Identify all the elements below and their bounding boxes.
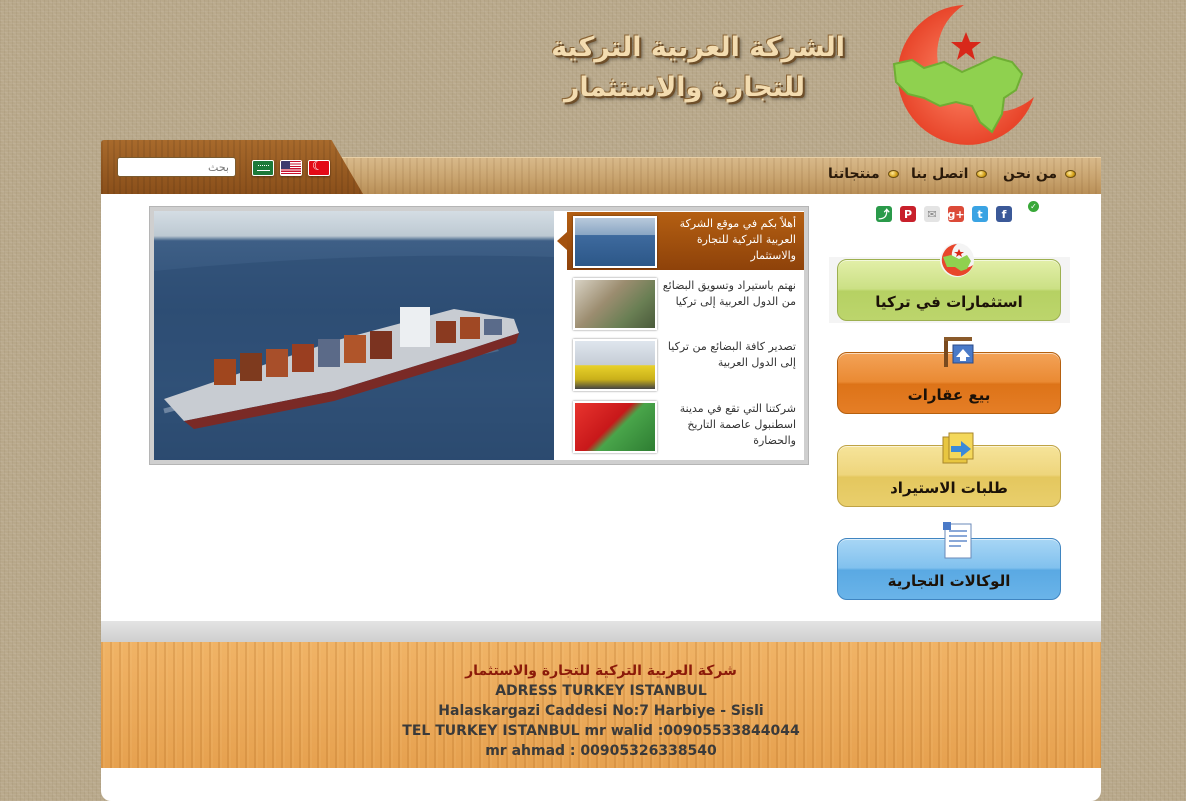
footer-tel: TEL TURKEY ISTANBUL mr walid :0090553384… xyxy=(402,723,800,739)
logo-emblem-icon[interactable] xyxy=(884,2,1044,147)
google-plus-icon[interactable]: g+ xyxy=(947,206,965,222)
nav-item-label: اتصل بنا xyxy=(911,166,969,182)
pinterest-icon[interactable]: P xyxy=(900,206,916,222)
slide-thumb-ship xyxy=(573,216,657,268)
slide-text: تصدير كافة البضائع من تركيا إلى الدول ال… xyxy=(667,340,796,369)
investments-label: استثمارات في تركيا xyxy=(875,293,1023,311)
nav-item-contact[interactable]: اتصل بنا xyxy=(911,166,988,182)
nav-bullet-icon xyxy=(1065,170,1077,178)
import-requests-label: طلبات الاستيراد xyxy=(890,479,1008,497)
search-input[interactable] xyxy=(117,157,236,177)
slide-text: شركتنا التي تقع في مدينة اسطنبول عاصمة ا… xyxy=(679,402,796,447)
agencies-label: الوكالات التجارية xyxy=(887,572,1011,590)
site-footer: شركة العربية التركية للتجارة والاستثمار … xyxy=(101,642,1101,768)
import-folder-icon xyxy=(942,432,974,464)
slide-thumb-cargo xyxy=(573,278,657,330)
company-name-line1: الشركة العربية التركية xyxy=(551,32,845,63)
company-name-line2: للتجارة والاستثمار xyxy=(563,72,805,103)
facebook-icon[interactable]: f xyxy=(996,206,1012,222)
footer-street: Halaskargazi Caddesi No:7 Harbiye - Sisl… xyxy=(438,703,764,719)
document-icon xyxy=(943,522,972,559)
slide-text: نهتم باستيراد وتسويق البضائع من الدول ال… xyxy=(662,279,796,308)
real-estate-sign-icon xyxy=(944,337,974,367)
slide-item[interactable]: أهلاً بكم في موقع الشركة العربية التركية… xyxy=(557,212,804,270)
footer-address-title: ADRESS TURKEY ISTANBUL xyxy=(495,683,707,699)
footer-tel2: mr ahmad : 00905326338540 xyxy=(485,743,717,759)
share-bar: ⤴ P ✉ g+ t f xyxy=(876,206,1012,224)
nav-item-label: من نحن xyxy=(1003,166,1058,182)
slide-text: أهلاً بكم في موقع الشركة العربية التركية… xyxy=(679,217,796,262)
nav-item-products[interactable]: منتجاتنا xyxy=(828,166,899,182)
nav-bullet-icon xyxy=(887,170,899,178)
check-icon: ✓ xyxy=(1028,201,1039,212)
slide-thumb-flag xyxy=(573,401,657,453)
slide-item[interactable]: نهتم باستيراد وتسويق البضائع من الدول ال… xyxy=(567,274,804,332)
content-divider xyxy=(101,621,1101,642)
saudi-flag-icon[interactable] xyxy=(252,160,274,176)
logo-small-icon xyxy=(940,243,974,277)
slide-item[interactable]: تصدير كافة البضائع من تركيا إلى الدول ال… xyxy=(567,335,804,393)
nav-item-label: منتجاتنا xyxy=(828,166,880,182)
slide-thumb-truck xyxy=(573,339,657,391)
nav-bullet-icon xyxy=(976,170,988,178)
email-icon[interactable]: ✉ xyxy=(924,206,940,222)
twitter-icon[interactable]: t xyxy=(972,206,988,222)
nav-item-about[interactable]: من نحن xyxy=(1003,166,1077,182)
footer-company: شركة العربية التركية للتجارة والاستثمار xyxy=(465,663,737,679)
page-bottom xyxy=(101,768,1101,801)
us-flag-icon[interactable] xyxy=(280,160,302,176)
slide-item[interactable]: شركتنا التي تقع في مدينة اسطنبول عاصمة ا… xyxy=(567,397,804,455)
share-icon[interactable]: ⤴ xyxy=(876,206,892,222)
slider-main-image[interactable] xyxy=(154,211,554,460)
turkey-flag-icon[interactable] xyxy=(308,160,330,176)
site-logo-text[interactable]: الشركة العربية التركية للتجارة والاستثما… xyxy=(500,28,845,108)
real-estate-label: بيع عقارات xyxy=(907,386,991,404)
